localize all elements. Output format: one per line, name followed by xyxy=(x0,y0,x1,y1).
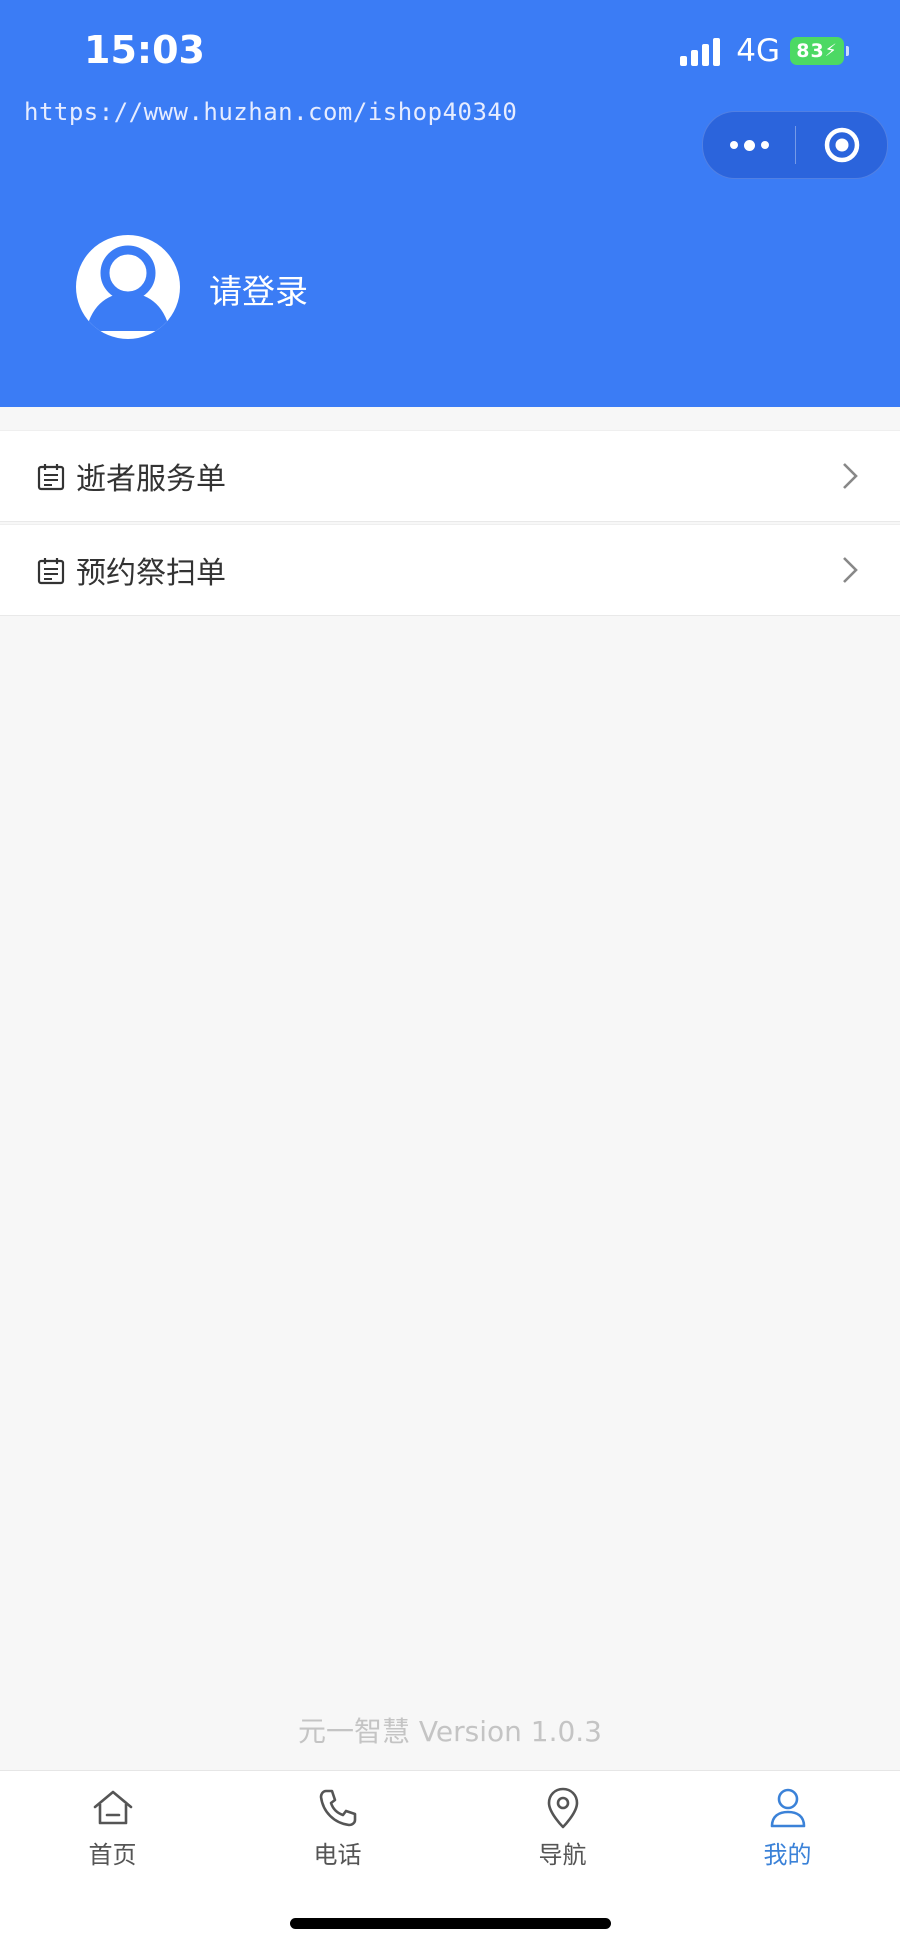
battery-icon: 83 ⚡ xyxy=(790,37,849,65)
tab-phone[interactable]: 电话 xyxy=(225,1771,450,1881)
profile-header: 15:03 4G 83 ⚡ https://www.huzhan.com/isho… xyxy=(0,0,900,407)
location-pin-icon xyxy=(547,1787,578,1829)
target-close-icon[interactable] xyxy=(796,112,887,178)
order-list-icon xyxy=(37,464,65,491)
tab-navigation[interactable]: 导航 xyxy=(450,1771,675,1881)
tab-home[interactable]: 首页 xyxy=(0,1771,225,1881)
menu-item-tomb-sweeping-reservations[interactable]: 预约祭扫单 xyxy=(0,524,900,616)
network-type: 4G xyxy=(736,33,780,69)
home-icon xyxy=(93,1790,132,1825)
order-menu: 逝者服务单 预约祭扫单 xyxy=(0,430,900,618)
battery-level: 83 xyxy=(796,40,825,62)
login-prompt[interactable]: 请登录 xyxy=(209,265,308,313)
tab-label: 首页 xyxy=(88,1841,137,1869)
version-text: 元一智慧 Version 1.0.3 xyxy=(297,1715,602,1748)
tab-label: 导航 xyxy=(538,1841,587,1869)
status-time: 15:03 xyxy=(84,28,205,72)
signal-icon xyxy=(680,36,724,66)
more-dots-icon[interactable] xyxy=(703,112,795,178)
mini-program-capsule xyxy=(702,111,888,179)
phone-icon xyxy=(319,1789,356,1827)
user-avatar-icon[interactable] xyxy=(76,235,180,339)
status-indicators: 4G 83 ⚡ xyxy=(680,33,849,69)
tab-mine[interactable]: 我的 xyxy=(675,1771,900,1881)
home-indicator xyxy=(290,1918,611,1929)
menu-item-deceased-service-orders[interactable]: 逝者服务单 xyxy=(0,430,900,522)
charging-bolt-icon: ⚡ xyxy=(824,41,838,61)
tab-label: 电话 xyxy=(313,1841,362,1869)
order-list-icon xyxy=(37,558,65,585)
user-icon xyxy=(770,1788,805,1828)
chevron-right-icon xyxy=(843,463,858,489)
menu-item-label: 预约祭扫单 xyxy=(76,556,226,591)
tab-label: 我的 xyxy=(763,1841,812,1869)
menu-item-label: 逝者服务单 xyxy=(76,462,226,497)
chevron-right-icon xyxy=(843,557,858,583)
watermark-url: https://www.huzhan.com/ishop40340 xyxy=(24,98,518,126)
